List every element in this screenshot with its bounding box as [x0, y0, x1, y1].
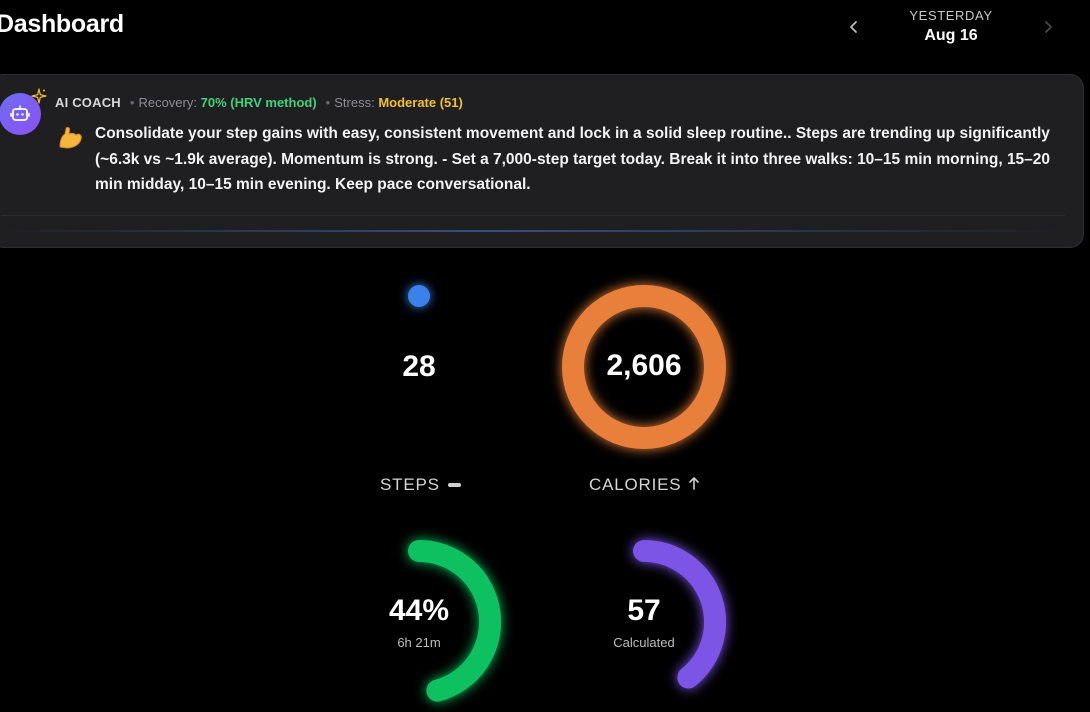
steps-ring[interactable]: 28 [331, 276, 507, 452]
calories-label: CALORIES [589, 475, 700, 495]
steps-value: 28 [402, 350, 436, 383]
coach-message: Consolidate your step gains with easy, c… [95, 125, 1051, 193]
sparkle-icon [31, 88, 47, 104]
current-date: Aug 16 [924, 27, 978, 44]
calories-ring[interactable]: 2,606 [556, 279, 732, 455]
coach-meta: AI COACH • Recovery: 70% (HRV method) • Stre… [55, 95, 463, 110]
coach-label: AI COACH [55, 95, 121, 110]
stress-label: Stress: [334, 95, 375, 110]
stress-value: Moderate (51) [378, 95, 463, 110]
divider [1, 215, 1065, 216]
recovery-label: Recovery: [138, 95, 197, 110]
steps-label: STEPS [380, 475, 461, 495]
dash-icon [447, 483, 461, 487]
accent-line [1, 230, 1065, 232]
steps-progress-dot [408, 285, 430, 307]
arrow-up-icon [689, 475, 700, 495]
chevron-right-icon[interactable] [1040, 19, 1056, 35]
sleep-value: 44% [388, 594, 450, 627]
score-ring[interactable]: 57 Calculated [556, 534, 732, 710]
score-sub: Calculated [613, 635, 675, 650]
sleep-ring[interactable]: 44% 6h 21m [331, 534, 507, 710]
score-value: 57 [627, 594, 661, 627]
recovery-value: 70% (HRV method) [200, 95, 317, 110]
flexed-bicep-icon [57, 125, 83, 151]
ai-coach-card: AI COACH • Recovery: 70% (HRV method) • Stre… [0, 74, 1084, 248]
sleep-duration: 6h 21m [397, 635, 441, 650]
date-navigator: YESTERDAY Aug 16 [838, 6, 1070, 50]
date-display: YESTERDAY Aug 16 [878, 8, 1024, 45]
relative-day: YESTERDAY [909, 8, 993, 23]
page-title: Dashboard [0, 10, 124, 38]
calories-value: 2,606 [606, 349, 682, 382]
chevron-left-icon[interactable] [846, 19, 862, 35]
